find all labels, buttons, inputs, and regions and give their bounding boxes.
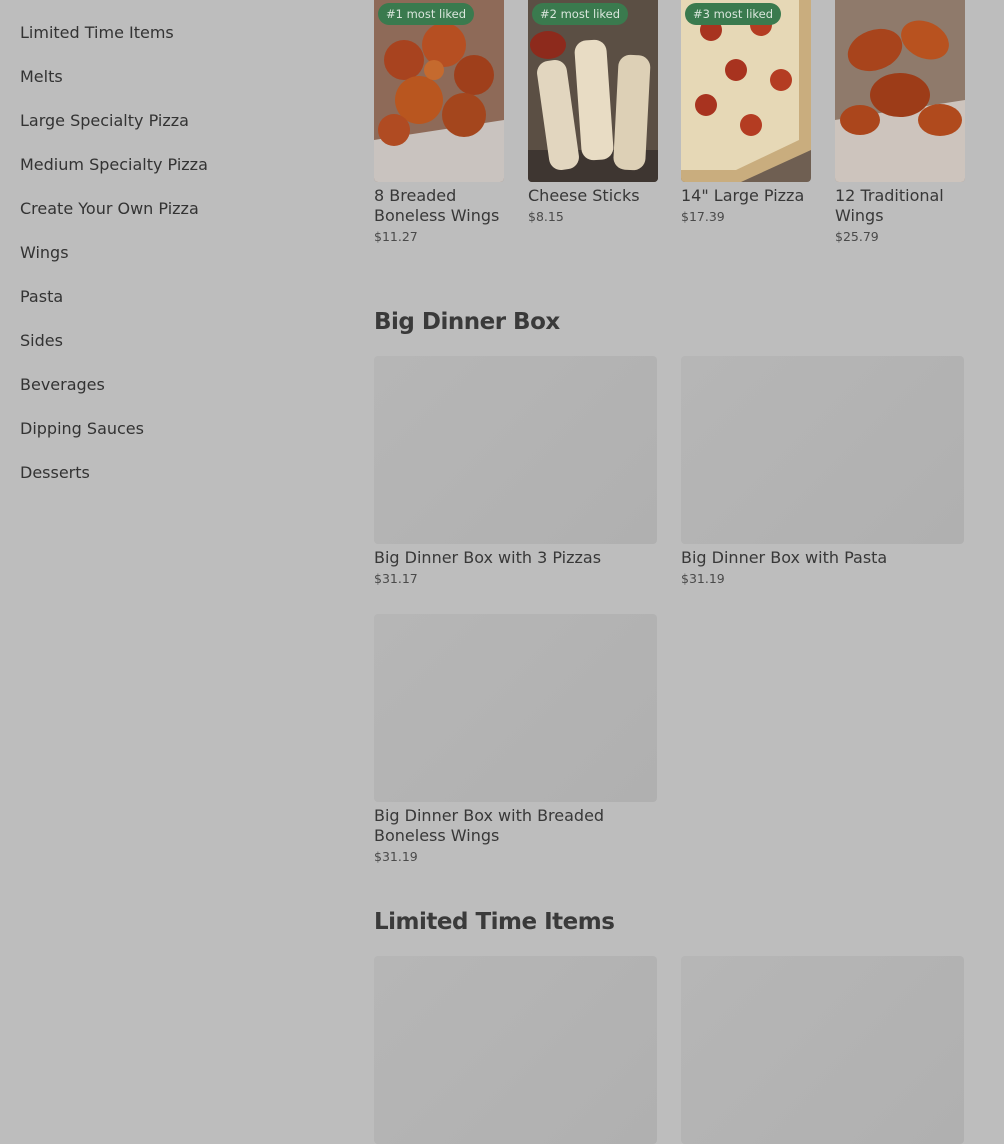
item-name: 8 Breaded Boneless Wings — [374, 186, 500, 225]
sidebar-item-pasta[interactable]: Pasta — [20, 287, 63, 307]
item-image-placeholder — [374, 956, 657, 1144]
sidebar-item-medium-specialty-pizza[interactable]: Medium Specialty Pizza — [20, 155, 208, 175]
popular-item-card[interactable]: 12 Traditional Wings $25.79 — [835, 0, 965, 244]
section-title-big-dinner-box: Big Dinner Box — [374, 309, 560, 335]
item-image-placeholder — [681, 356, 964, 544]
item-price: $31.19 — [681, 571, 725, 586]
sidebar-item-create-your-own-pizza[interactable]: Create Your Own Pizza — [20, 199, 199, 219]
item-price: $17.39 — [681, 209, 725, 224]
menu-item-card[interactable] — [374, 956, 657, 1144]
cheese-sticks-photo: #2 most liked — [528, 0, 658, 182]
item-price: $11.27 — [374, 229, 418, 244]
menu-item-card[interactable] — [681, 956, 964, 1144]
large-pizza-photo: #3 most liked — [681, 0, 811, 182]
popular-item-card[interactable]: #3 most liked 14" Large Pizza $17.39 — [681, 0, 811, 224]
menu-item-card[interactable]: Big Dinner Box with Breaded Boneless Win… — [374, 614, 657, 864]
item-name: Big Dinner Box with Pasta — [681, 548, 888, 567]
sidebar-item-limited-time-items[interactable]: Limited Time Items — [20, 23, 174, 43]
sidebar-item-dipping-sauces[interactable]: Dipping Sauces — [20, 419, 144, 439]
most-liked-badge: #3 most liked — [685, 3, 782, 25]
most-liked-badge: #1 most liked — [378, 3, 475, 25]
sidebar-item-sides[interactable]: Sides — [20, 331, 63, 351]
item-name: Cheese Sticks — [528, 186, 640, 205]
sidebar-item-beverages[interactable]: Beverages — [20, 375, 105, 395]
section-title-limited-time-items: Limited Time Items — [374, 909, 615, 935]
sidebar-item-desserts[interactable]: Desserts — [20, 463, 90, 483]
item-image-placeholder — [374, 356, 657, 544]
item-name: Big Dinner Box with 3 Pizzas — [374, 548, 602, 567]
item-price: $25.79 — [835, 229, 879, 244]
item-price: $31.17 — [374, 571, 418, 586]
item-name: 14" Large Pizza — [681, 186, 805, 205]
item-price: $31.19 — [374, 849, 418, 864]
item-name: Big Dinner Box with Breaded Boneless Win… — [374, 806, 605, 845]
sidebar-item-melts[interactable]: Melts — [20, 67, 63, 87]
menu-item-card[interactable]: Big Dinner Box with 3 Pizzas $31.17 — [374, 356, 657, 586]
item-image-placeholder — [681, 956, 964, 1144]
boneless-wings-photo: #1 most liked — [374, 0, 504, 182]
popular-item-card[interactable]: #2 most liked Cheese Sticks $8.15 — [528, 0, 658, 224]
traditional-wings-photo — [835, 0, 965, 182]
popular-item-card[interactable]: #1 most liked 8 Breaded Boneless Wings $… — [374, 0, 504, 244]
sidebar-item-large-specialty-pizza[interactable]: Large Specialty Pizza — [20, 111, 189, 131]
menu-item-card[interactable]: Big Dinner Box with Pasta $31.19 — [681, 356, 964, 586]
sidebar-item-wings[interactable]: Wings — [20, 243, 69, 263]
item-price: $8.15 — [528, 209, 564, 224]
most-liked-badge: #2 most liked — [532, 3, 629, 25]
item-image-placeholder — [374, 614, 657, 802]
item-name: 12 Traditional Wings — [835, 186, 944, 225]
